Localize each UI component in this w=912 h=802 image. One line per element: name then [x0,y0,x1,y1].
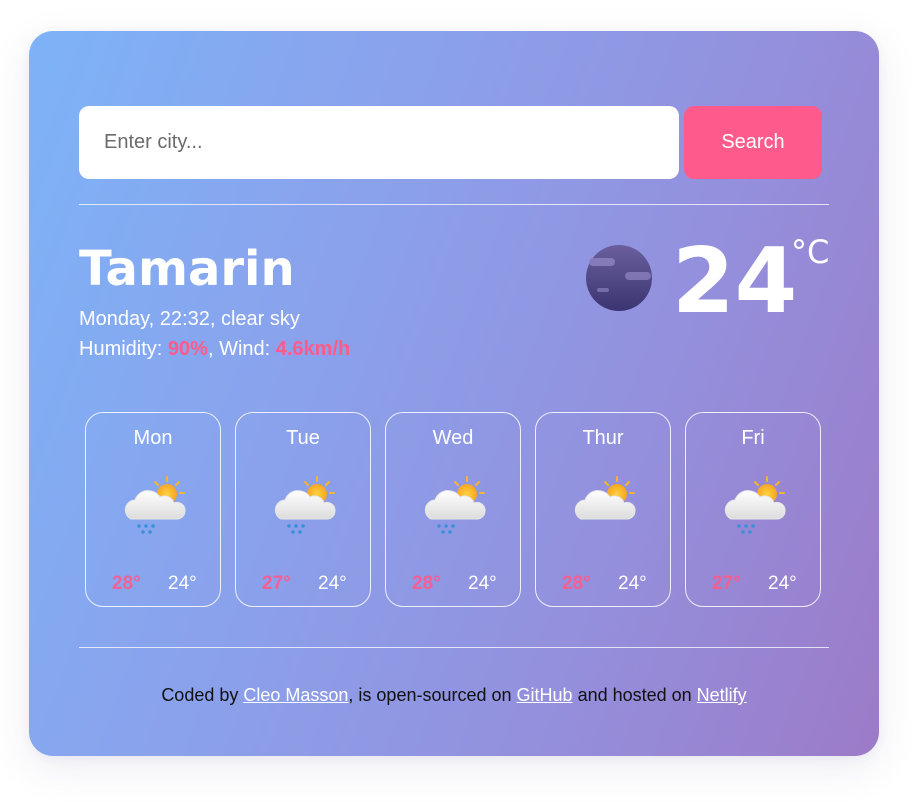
footer-prefix: Coded by [161,685,244,705]
forecast-max-temp: 28° [412,573,441,594]
separator: , [207,338,220,360]
rain-partly-sunny-icon [719,475,789,537]
forecast-min-temp: 24° [168,573,197,594]
forecast-card: Thur 28° 24° [535,412,671,607]
bottom-divider [79,647,829,648]
forecast-max-temp: 28° [112,573,141,594]
wind-value: 4.6km/h [275,338,351,360]
city-name: Tamarin [79,241,295,297]
forecast-card: Wed 28° 24° [385,412,521,607]
humidity-wind-line: Humidity: 90%, Wind: 4.6km/h [79,334,350,364]
search-button[interactable]: Search [684,106,822,179]
forecast-min-temp: 24° [768,573,797,594]
forecast-min-temp: 24° [618,573,647,594]
clear-night-icon [586,245,652,311]
forecast-day: Wed [432,427,474,449]
forecast-max-temp: 28° [562,573,591,594]
github-link[interactable]: GitHub [517,685,573,705]
rain-partly-sunny-icon [119,475,189,537]
rain-partly-sunny-icon [269,475,339,537]
wind-label: Wind: [219,338,276,360]
forecast-min-temp: 24° [468,573,497,594]
rain-partly-sunny-icon [419,475,489,537]
humidity-value: 90% [167,338,208,360]
current-temperature: 24 [672,229,798,334]
forecast-day: Tue [286,427,320,449]
forecast-max-temp: 27° [712,573,741,594]
humidity-label: Humidity: [79,338,168,360]
temperature-unit: °C [791,233,830,271]
forecast-card: Mon 28° 24° [85,412,221,607]
top-divider [79,204,829,205]
forecast-day: Mon [133,427,173,449]
forecast-min-temp: 24° [318,573,347,594]
footer-text-1: , is open-sourced on [348,685,517,705]
partly-cloudy-icon [569,475,639,537]
forecast-day: Fri [741,427,765,449]
date-time-description: Monday, 22:32, clear sky [79,308,300,330]
forecast-day: Thur [582,427,624,449]
netlify-link[interactable]: Netlify [697,685,747,705]
footer: Coded by Cleo Masson, is open-sourced on… [29,683,879,707]
footer-text-2: and hosted on [572,685,697,705]
weather-details: Monday, 22:32, clear sky Humidity: 90%, … [79,304,350,364]
forecast-max-temp: 27° [262,573,291,594]
forecast-card: Fri 27° 24° [685,412,821,607]
search-input[interactable] [79,106,679,179]
forecast-card: Tue 27° 24° [235,412,371,607]
weather-app-card: Search Tamarin Monday, 22:32, clear sky … [29,31,879,756]
author-link[interactable]: Cleo Masson [243,685,348,705]
